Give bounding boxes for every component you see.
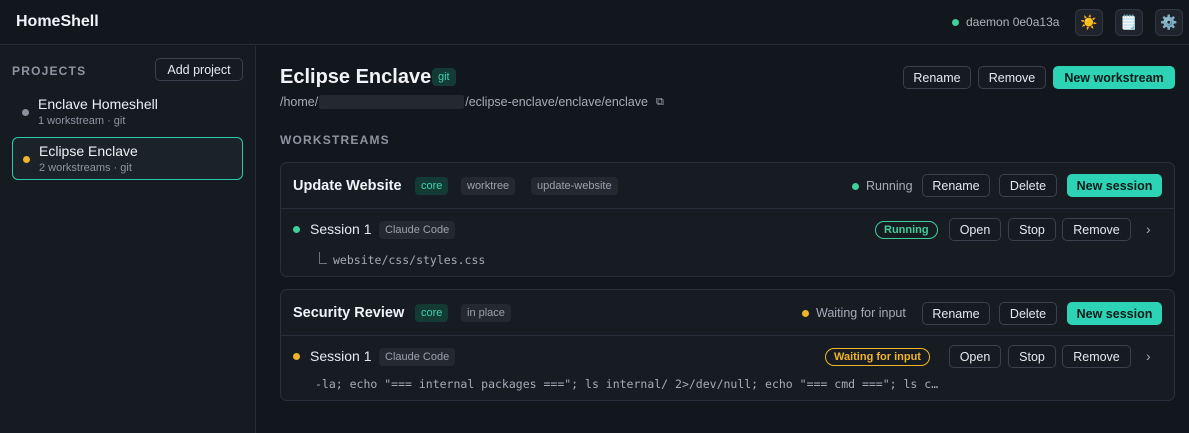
path-prefix: /home/	[280, 95, 319, 109]
copy-icon[interactable]: ⧉	[656, 96, 664, 109]
workstream-status: Running	[852, 179, 913, 193]
new-session-button[interactable]: New session	[1067, 302, 1162, 325]
workstream-status: Waiting for input	[802, 306, 906, 320]
notes-button[interactable]: 🗒️	[1115, 9, 1143, 36]
sun-icon: ☀️	[1080, 14, 1098, 30]
rename-workstream-button[interactable]: Rename	[922, 302, 990, 325]
main-panel: Eclipse Enclave git Rename Remove New wo…	[257, 46, 1189, 433]
workstream-card: Security Review core in place Waiting fo…	[280, 289, 1175, 401]
project-name: Enclave Homeshell	[38, 96, 158, 112]
workstream-title: Update Website	[293, 178, 402, 194]
session-name: Session 1	[310, 221, 372, 237]
new-session-button[interactable]: New session	[1067, 174, 1162, 197]
projects-heading: PROJECTS	[12, 64, 87, 78]
workstream-tag: core	[415, 304, 449, 322]
workstream-card: Update Website core worktree update-webs…	[280, 162, 1175, 277]
open-session-button[interactable]: Open	[949, 345, 1001, 368]
session-detail: website/css/styles.css	[333, 253, 486, 267]
session-status-dot	[293, 226, 300, 233]
session-detail: -la; echo "=== internal packages ==="; l…	[315, 377, 939, 391]
daemon-status-dot	[952, 18, 959, 26]
stop-session-button[interactable]: Stop	[1008, 218, 1056, 241]
vcs-tag: git	[432, 68, 456, 86]
workstream-tag: in place	[461, 304, 511, 322]
remove-project-button[interactable]: Remove	[978, 66, 1046, 89]
session-status-dot	[293, 353, 300, 360]
workstream-title: Security Review	[293, 305, 405, 321]
add-project-button[interactable]: Add project	[155, 58, 243, 81]
session-name: Session 1	[310, 348, 372, 364]
session-status-badge: Running	[875, 221, 938, 239]
workstream-header: Update Website core worktree update-webs…	[281, 163, 1174, 209]
project-status-dot	[23, 156, 30, 163]
project-path: /home/ /eclipse-enclave/enclave/enclave …	[280, 95, 664, 109]
workstream-tag: worktree	[461, 177, 516, 195]
theme-toggle-button[interactable]: ☀️	[1075, 9, 1103, 36]
stop-session-button[interactable]: Stop	[1008, 345, 1056, 368]
notepad-icon: 🗒️	[1120, 14, 1138, 30]
project-title: Eclipse Enclave	[280, 66, 432, 88]
status-dot	[852, 182, 859, 190]
sidebar-item-enclave-homeshell[interactable]: Enclave Homeshell 1 workstream · git	[12, 91, 243, 134]
sidebar: PROJECTS Add project Enclave Homeshell 1…	[0, 46, 256, 433]
path-suffix: /eclipse-enclave/enclave/enclave	[465, 95, 648, 109]
project-meta: 2 workstreams · git	[39, 162, 132, 174]
agent-tag: Claude Code	[379, 221, 456, 239]
agent-tag: Claude Code	[379, 348, 456, 366]
chevron-right-icon[interactable]: ›	[1146, 348, 1151, 364]
status-label: Waiting for input	[816, 306, 906, 320]
remove-session-button[interactable]: Remove	[1062, 345, 1131, 368]
new-workstream-button[interactable]: New workstream	[1053, 66, 1175, 89]
settings-button[interactable]: ⚙️	[1155, 9, 1183, 36]
remove-session-button[interactable]: Remove	[1062, 218, 1131, 241]
redacted-username	[319, 95, 465, 109]
daemon-status: daemon 0e0a13a	[952, 15, 1059, 29]
app-title: HomeShell	[16, 13, 99, 30]
delete-workstream-button[interactable]: Delete	[999, 174, 1057, 197]
delete-workstream-button[interactable]: Delete	[999, 302, 1057, 325]
workstreams-heading: WORKSTREAMS	[280, 133, 390, 147]
status-label: Running	[866, 179, 913, 193]
tree-connector	[319, 252, 327, 264]
rename-workstream-button[interactable]: Rename	[922, 174, 990, 197]
workstream-tag: update-website	[531, 177, 618, 195]
project-status-dot	[22, 109, 29, 116]
workstream-tag: core	[415, 177, 449, 195]
session-status-badge: Waiting for input	[825, 348, 930, 366]
top-bar: HomeShell daemon 0e0a13a ☀️ 🗒️ ⚙️	[0, 0, 1189, 45]
rename-project-button[interactable]: Rename	[903, 66, 971, 89]
gear-icon: ⚙️	[1160, 14, 1178, 30]
daemon-label: daemon 0e0a13a	[966, 15, 1060, 29]
sidebar-item-eclipse-enclave[interactable]: Eclipse Enclave 2 workstreams · git	[12, 137, 243, 180]
status-dot	[802, 309, 809, 317]
open-session-button[interactable]: Open	[949, 218, 1001, 241]
workstream-header: Security Review core in place Waiting fo…	[281, 290, 1174, 336]
project-meta: 1 workstream · git	[38, 115, 126, 127]
chevron-right-icon[interactable]: ›	[1146, 221, 1151, 237]
project-name: Eclipse Enclave	[39, 143, 138, 159]
